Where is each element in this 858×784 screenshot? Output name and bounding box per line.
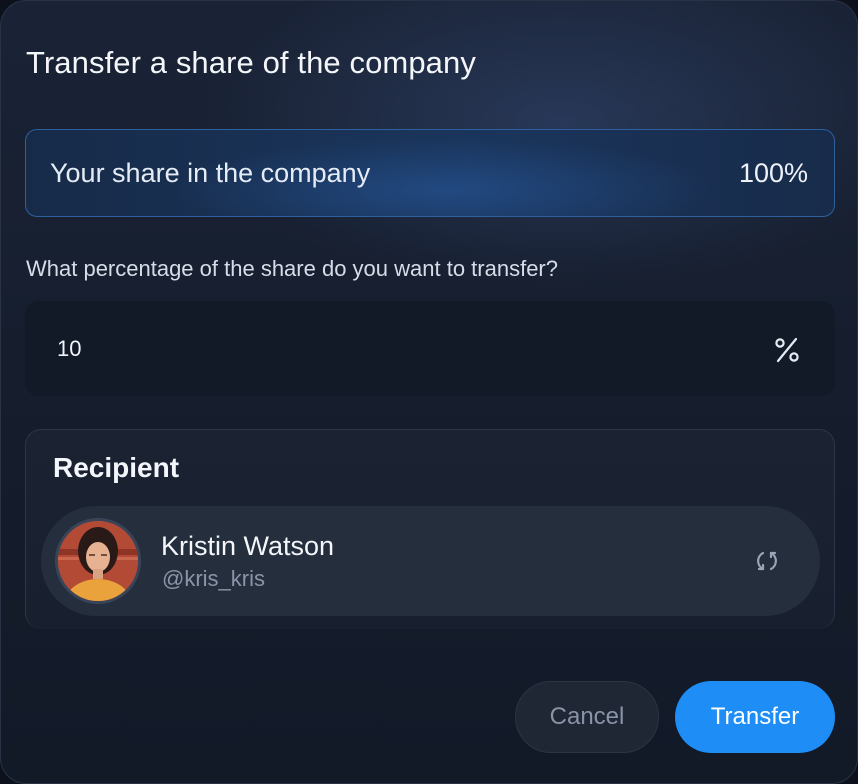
recipient-name: Kristin Watson [161,531,335,561]
transfer-percentage-question: What percentage of the share do you want… [26,256,558,281]
transfer-percentage-input[interactable] [57,334,657,364]
transfer-button[interactable]: Transfer [675,681,835,753]
dialog-title: Transfer a share of the company [26,45,476,80]
recipient-handle: @kris_kris [162,566,265,591]
transfer-percentage-field[interactable] [25,301,835,396]
current-share-value: 100% [738,158,808,188]
current-share-label: Your share in the company [50,158,371,188]
transfer-share-dialog: Transfer a share of the company Your sha… [0,0,858,784]
avatar [55,518,141,604]
swap-icon[interactable] [744,538,790,584]
current-share-box: Your share in the company 100% [25,129,835,217]
recipient-section-title: Recipient [53,452,180,483]
percent-icon [773,336,801,364]
recipient-row[interactable]: Kristin Watson @kris_kris [41,506,820,616]
recipient-card: Recipient Kristin Watson @kris_kris [25,429,835,629]
cancel-button[interactable]: Cancel [515,681,659,753]
